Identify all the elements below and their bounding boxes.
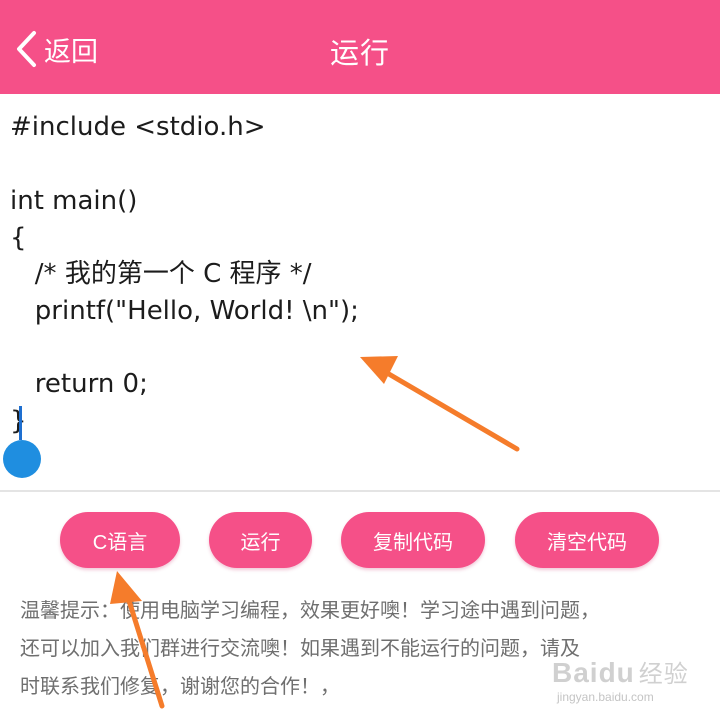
header-bar: 返回 运行: [0, 0, 720, 94]
code-line: return 0;: [10, 369, 148, 399]
watermark-url: jingyan.baidu.com: [557, 690, 654, 704]
copy-code-button[interactable]: 复制代码: [341, 512, 485, 568]
tip-line: 温馨提示：使用电脑学习编程，效果更好噢！学习途中遇到问题，: [20, 598, 600, 622]
tip-line: 时联系我们修复，谢谢您的合作！，: [20, 674, 340, 698]
code-line: /* 我的第一个 C 程序 */: [10, 259, 312, 289]
code-line: {: [10, 223, 27, 253]
text-caret: [19, 406, 22, 440]
code-line: #include <stdio.h>: [10, 112, 266, 142]
code-editor[interactable]: #include <stdio.h> int main() { /* 我的第一个…: [0, 94, 720, 490]
screen: 返回 运行 #include <stdio.h> int main() { /*…: [0, 0, 720, 720]
run-button[interactable]: 运行: [209, 512, 312, 568]
code-line: printf("Hello, World! \n");: [10, 296, 359, 326]
baidu-watermark-logo: Baidu 经验: [552, 657, 689, 688]
code-line: int main(): [10, 186, 138, 216]
divider: [0, 490, 720, 492]
language-button[interactable]: C语言: [60, 512, 180, 568]
clear-code-button[interactable]: 清空代码: [515, 512, 659, 568]
page-title: 运行: [329, 36, 390, 70]
caret-handle[interactable]: [3, 440, 41, 478]
tip-line: 还可以加入我们群进行交流噢！如果遇到不能运行的问题，请及: [20, 636, 580, 660]
